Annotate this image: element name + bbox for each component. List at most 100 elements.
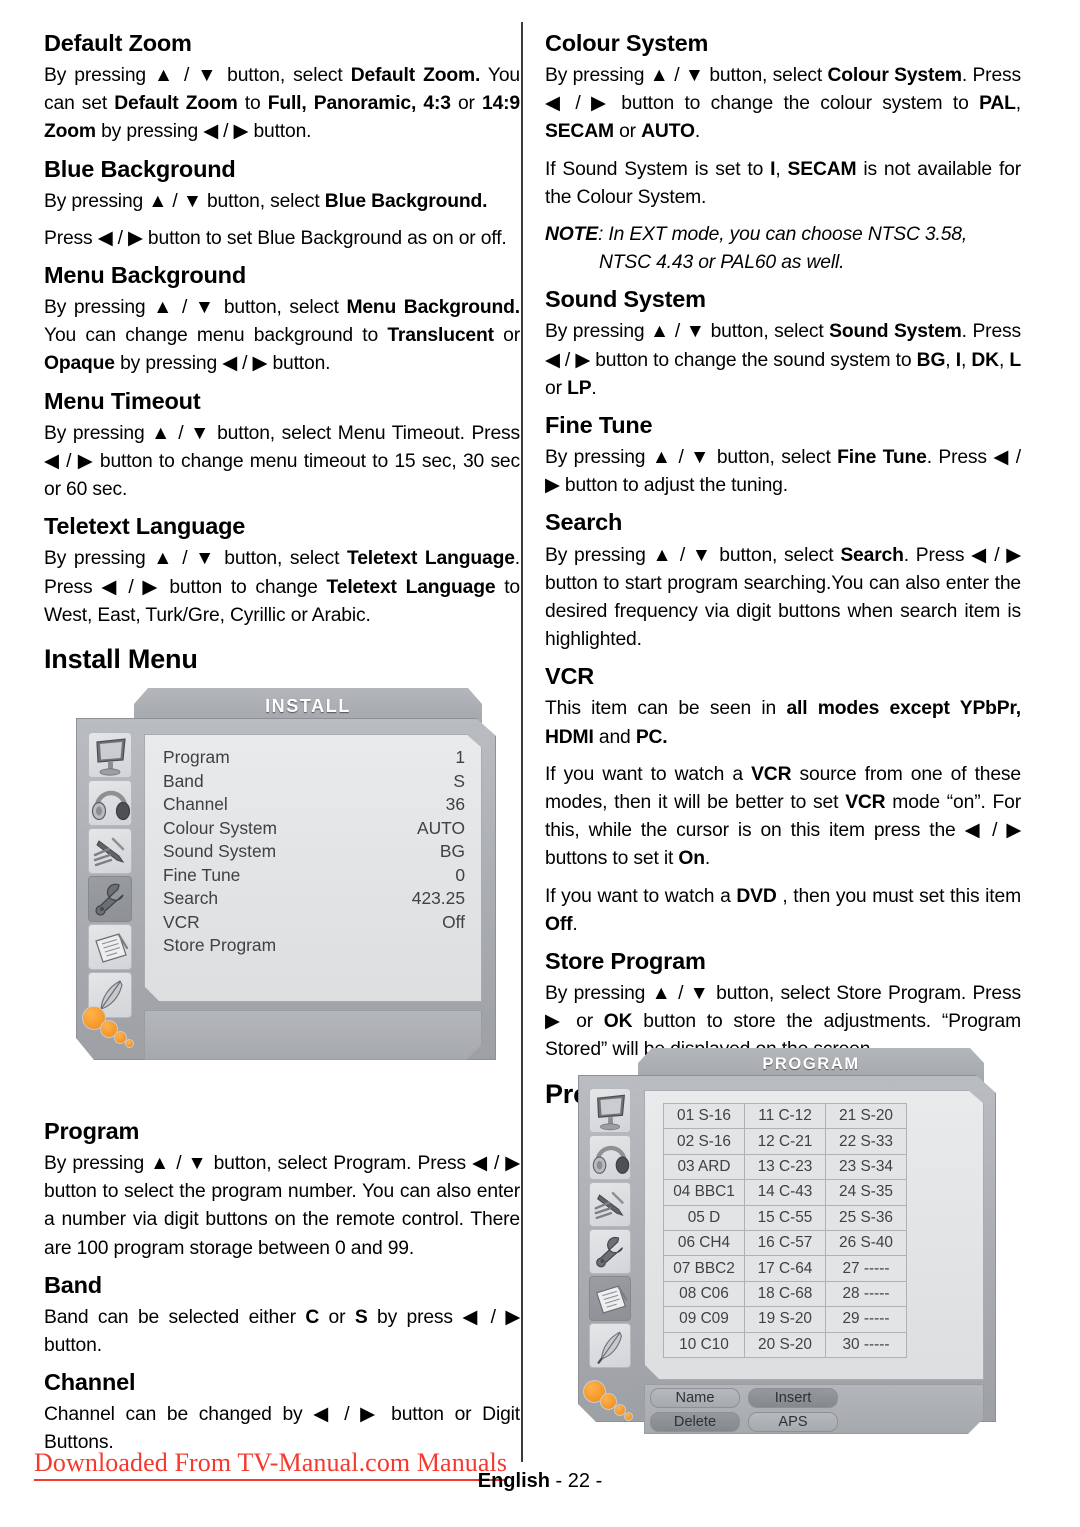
install-menu-screenshot: INSTALL Program 1 Band S Channel 36 Colo… xyxy=(76,688,496,1092)
section-body-sound-system: By pressing ▲ / ▼ button, select Sound S… xyxy=(545,321,1022,399)
notepad-icon[interactable] xyxy=(589,1276,631,1321)
program-icon-sidebar[interactable] xyxy=(589,1088,631,1374)
table-row[interactable]: 04 BBC1 14 C-43 24 S-35 xyxy=(663,1179,907,1206)
section-body-blue-background-1: By pressing ▲ / ▼ button, select Blue Ba… xyxy=(44,190,488,212)
left-column: Default Zoom By pressing ▲ / ▼ button, s… xyxy=(44,30,520,681)
aps-button[interactable]: APS xyxy=(748,1412,838,1432)
section-heading-band: Band xyxy=(44,1271,102,1298)
program-cell[interactable]: 12 C-21 xyxy=(744,1128,826,1155)
table-row[interactable]: 03 ARD 13 C-23 23 S-34 xyxy=(663,1153,907,1181)
program-menu-screenshot: PROGRAM 01 S-16 11 C-12 21 S-20 02 S-16 … xyxy=(578,1048,996,1448)
install-content-panel: Program 1 Band S Channel 36 Colour Syste… xyxy=(144,734,482,1002)
program-cell[interactable]: 15 C-55 xyxy=(744,1204,826,1231)
install-icon-sidebar[interactable] xyxy=(88,732,132,1022)
table-row[interactable]: 09 C09 19 S-20 29 ----- xyxy=(663,1306,907,1333)
multitool-icon[interactable] xyxy=(88,828,132,874)
table-row[interactable]: 10 C10 20 S-20 30 ----- xyxy=(663,1331,907,1358)
program-cell[interactable]: 28 ----- xyxy=(825,1280,907,1308)
program-cell[interactable]: 13 C-23 xyxy=(744,1153,826,1181)
tv-monitor-icon[interactable] xyxy=(88,732,132,778)
wrench-icon[interactable] xyxy=(88,876,132,922)
section-body-vcr-3: If you want to watch a DVD , then you mu… xyxy=(545,885,1021,935)
insert-button[interactable]: Insert xyxy=(748,1388,838,1408)
program-cell[interactable]: 08 C06 xyxy=(663,1280,745,1308)
program-cell[interactable]: 18 C-68 xyxy=(744,1280,826,1308)
program-cell[interactable]: 29 ----- xyxy=(825,1306,907,1333)
program-cell[interactable]: 07 BBC2 xyxy=(663,1255,745,1282)
note-label: NOTE xyxy=(545,224,598,246)
program-cell[interactable]: 09 C09 xyxy=(663,1306,745,1333)
program-orb-indicator xyxy=(583,1380,641,1426)
program-table[interactable]: 01 S-16 11 C-12 21 S-20 02 S-16 12 C-21 22 S-… xyxy=(663,1102,907,1358)
section-note-colour-system: NOTE: In EXT mode, you can choose NTSC 3… xyxy=(545,221,1021,277)
install-orb-indicator xyxy=(82,1006,142,1054)
notepad-icon[interactable] xyxy=(88,924,132,970)
table-row[interactable]: 08 C06 18 C-68 28 ----- xyxy=(663,1280,907,1308)
right-column: Colour System By pressing ▲ / ▼ button, … xyxy=(545,30,1021,1116)
section-heading-channel: Channel xyxy=(44,1369,136,1396)
section-heading-store-program: Store Program xyxy=(545,947,706,974)
section-body-program: By pressing ▲ / ▼ button, select Program… xyxy=(44,1153,520,1259)
program-cell[interactable]: 22 S-33 xyxy=(825,1128,907,1155)
program-cell[interactable]: 02 S-16 xyxy=(663,1128,745,1155)
program-cell[interactable]: 19 S-20 xyxy=(744,1306,826,1333)
program-cell[interactable]: 21 S-20 xyxy=(825,1102,907,1130)
program-cell[interactable]: 30 ----- xyxy=(825,1331,907,1358)
program-cell[interactable]: 24 S-35 xyxy=(825,1179,907,1206)
table-row[interactable]: 02 S-16 12 C-21 22 S-33 xyxy=(663,1128,907,1155)
section-heading-colour-system: Colour System xyxy=(545,30,709,56)
manual-page: Default Zoom By pressing ▲ / ▼ button, s… xyxy=(0,0,1080,1527)
install-row-label: Colour System xyxy=(163,817,278,838)
multitool-icon[interactable] xyxy=(589,1182,631,1227)
section-body-colour-system-2: If Sound System is set to I, SECAM is no… xyxy=(545,158,1021,208)
section-heading-default-zoom: Default Zoom xyxy=(44,30,192,56)
program-cell[interactable]: 03 ARD xyxy=(663,1153,745,1181)
program-cell[interactable]: 10 C10 xyxy=(663,1331,745,1358)
install-row-value: 0 xyxy=(455,864,465,885)
section-body-search: By pressing ▲ / ▼ button, select Search.… xyxy=(545,544,1021,651)
install-row-label: Search xyxy=(163,888,219,908)
name-button[interactable]: Name xyxy=(650,1388,740,1408)
table-row[interactable]: 05 D 15 C-55 25 S-36 xyxy=(663,1204,907,1231)
section-body-fine-tune: By pressing ▲ / ▼ button, select Fine Tu… xyxy=(545,447,1021,497)
program-cell[interactable]: 26 S-40 xyxy=(825,1229,907,1257)
install-row-value: 423.25 xyxy=(411,888,465,908)
table-row[interactable]: 07 BBC2 17 C-64 27 ----- xyxy=(663,1255,907,1282)
section-body-teletext-language: By pressing ▲ / ▼ button, select Teletex… xyxy=(44,548,520,626)
install-row-label: Channel xyxy=(163,794,228,814)
program-cell[interactable]: 11 C-12 xyxy=(744,1102,826,1130)
wrench-icon[interactable] xyxy=(589,1229,631,1274)
program-cell[interactable]: 27 ----- xyxy=(825,1255,907,1282)
page-footer: English - 22 - xyxy=(0,1470,1080,1493)
section-body-menu-timeout: By pressing ▲ / ▼ button, select Menu Ti… xyxy=(44,422,520,501)
program-cell[interactable]: 01 S-16 xyxy=(663,1102,745,1130)
program-cell[interactable]: 20 S-20 xyxy=(744,1331,826,1358)
program-cell[interactable]: 25 S-36 xyxy=(825,1204,907,1231)
program-cell[interactable]: 14 C-43 xyxy=(744,1179,826,1206)
delete-button[interactable]: Delete xyxy=(650,1412,740,1432)
install-row-value: BG xyxy=(439,841,465,861)
program-title-text: PROGRAM xyxy=(762,1055,860,1073)
program-cell[interactable]: 05 D xyxy=(663,1204,745,1231)
install-row-label: Fine Tune xyxy=(163,864,241,885)
program-cell[interactable]: 16 C-57 xyxy=(744,1229,826,1257)
install-menu-title: Install Menu xyxy=(44,643,198,674)
table-row[interactable]: 06 CH4 16 C-57 26 S-40 xyxy=(663,1229,907,1257)
orb-tiny xyxy=(125,1039,134,1048)
program-cell[interactable]: 17 C-64 xyxy=(744,1255,826,1282)
program-table-panel: 01 S-16 11 C-12 21 S-20 02 S-16 12 C-21 22 S-… xyxy=(644,1090,984,1380)
install-row-value: 36 xyxy=(445,794,465,814)
feather-icon[interactable] xyxy=(589,1323,631,1368)
tv-monitor-icon[interactable] xyxy=(589,1088,631,1133)
install-row-label: VCR xyxy=(163,911,200,932)
program-cell[interactable]: 04 BBC1 xyxy=(663,1179,745,1206)
program-cell[interactable]: 06 CH4 xyxy=(663,1229,745,1257)
install-row-label: Program xyxy=(163,747,230,767)
install-row-value: AUTO xyxy=(417,817,465,838)
headphones-icon[interactable] xyxy=(589,1135,631,1180)
section-body-colour-system-1: By pressing ▲ / ▼ button, select Colour … xyxy=(545,65,1022,143)
section-heading-menu-background: Menu Background xyxy=(44,262,246,289)
table-row[interactable]: 01 S-16 11 C-12 21 S-20 xyxy=(663,1102,907,1130)
program-cell[interactable]: 23 S-34 xyxy=(825,1153,907,1181)
headphones-icon[interactable] xyxy=(88,780,132,826)
